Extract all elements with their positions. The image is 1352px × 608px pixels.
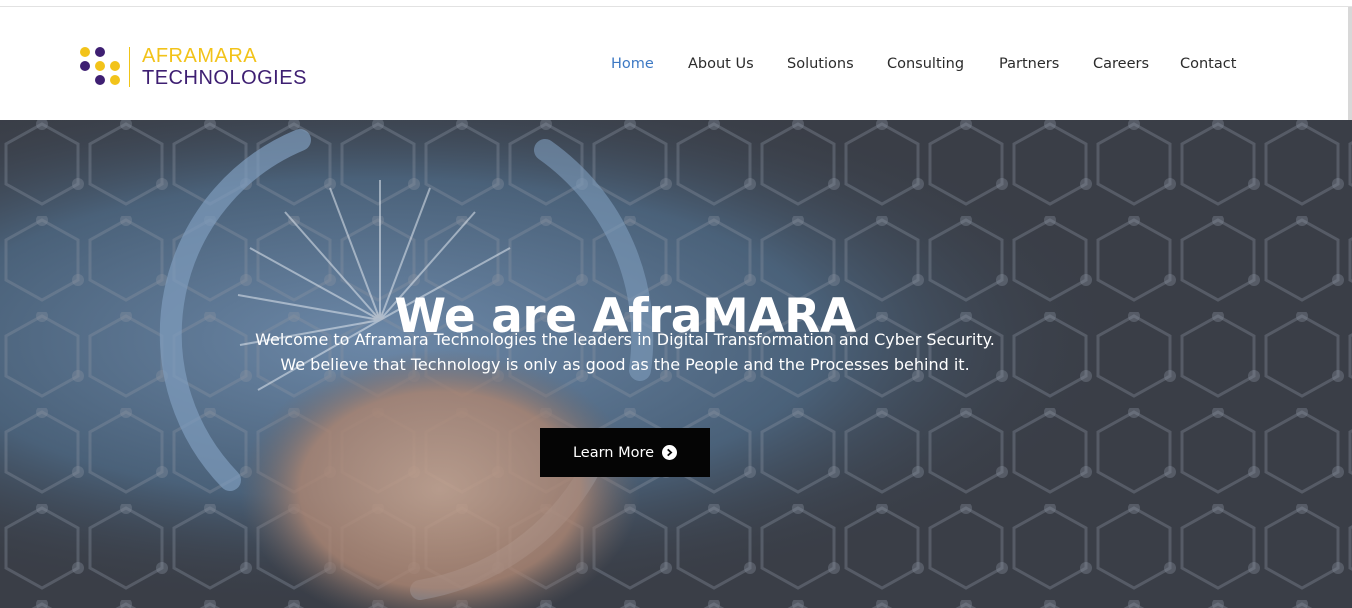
hero-description-line2: We believe that Technology is only as go… — [280, 355, 970, 374]
site-header: AFRAMARA TECHNOLOGIES Home About Us Solu… — [0, 7, 1352, 120]
logo-divider — [129, 47, 130, 87]
nav-consulting[interactable]: Consulting — [887, 54, 964, 74]
dot-grid-logo-icon — [80, 47, 122, 89]
nav-about-us[interactable]: About Us — [688, 54, 754, 74]
nav-home[interactable]: Home — [611, 54, 654, 74]
brand-name-line1: AFRAMARA — [142, 45, 258, 67]
nav-careers[interactable]: Careers — [1093, 54, 1149, 74]
nav-partners[interactable]: Partners — [999, 54, 1059, 74]
hero-description-line1: Welcome to Aframara Technologies the lea… — [255, 330, 995, 349]
browser-top-edge — [0, 0, 1352, 7]
chevron-right-circle-icon — [662, 445, 678, 460]
learn-more-label: Learn More — [572, 444, 655, 461]
hero-description: Welcome to Aframara Technologies the lea… — [0, 327, 1250, 377]
learn-more-button[interactable]: Learn More — [540, 428, 710, 477]
nav-contact[interactable]: Contact — [1180, 54, 1236, 74]
brand-logo[interactable]: AFRAMARA TECHNOLOGIES — [80, 45, 340, 91]
page: AFRAMARA TECHNOLOGIES Home About Us Solu… — [0, 0, 1352, 608]
brand-name-line2: TECHNOLOGIES — [142, 67, 307, 89]
nav-solutions[interactable]: Solutions — [787, 54, 854, 74]
hero-banner: We are AfraMARA Welcome to Aframara Tech… — [0, 120, 1352, 608]
